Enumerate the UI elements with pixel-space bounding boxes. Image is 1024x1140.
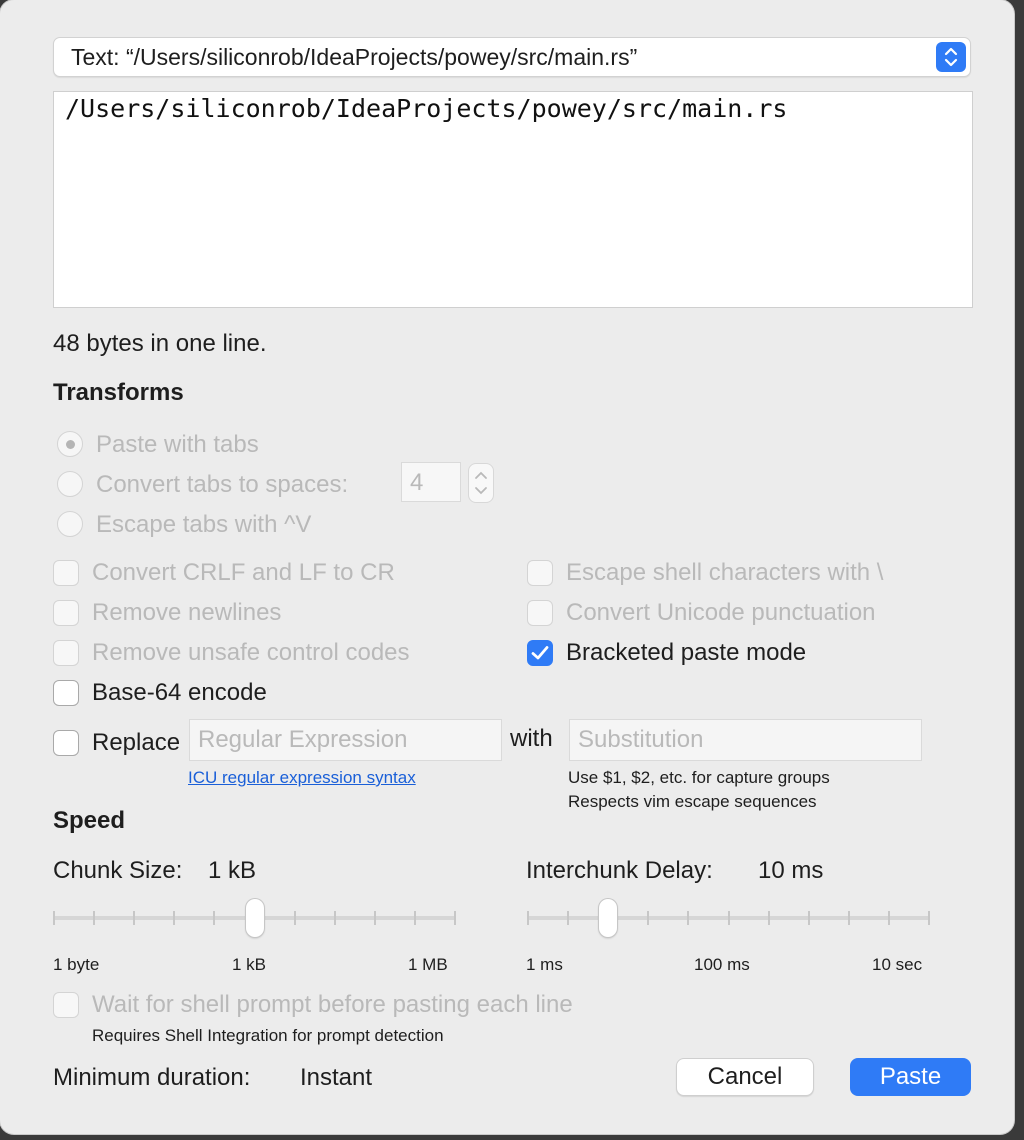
checkbox-escape-shell-characters[interactable] xyxy=(527,560,553,586)
transforms-heading: Transforms xyxy=(53,379,184,406)
chunk-min-label: 1 byte xyxy=(53,955,100,974)
byte-count-status: 48 bytes in one line. xyxy=(53,330,267,357)
slider-tick xyxy=(687,911,689,925)
slider-tick xyxy=(928,911,930,925)
delay-max-label: 10 sec xyxy=(872,955,923,974)
checkbox-convert-crlf-label: Convert CRLF and LF to CR xyxy=(92,559,395,586)
shell-integration-note: Requires Shell Integration for prompt de… xyxy=(92,1026,444,1045)
checkbox-escape-shell-label: Escape shell characters with \ xyxy=(566,559,884,586)
popup-updown-icon xyxy=(936,42,966,72)
slider-tick xyxy=(808,911,810,925)
slider-tick xyxy=(53,911,55,925)
wait-for-shell-prompt-label: Wait for shell prompt before pasting eac… xyxy=(92,991,573,1018)
source-popup-label: Text: “/Users/siliconrob/IdeaProjects/po… xyxy=(71,44,638,70)
slider-tick xyxy=(888,911,890,925)
radio-escape-tabs[interactable] xyxy=(57,511,83,537)
minimum-duration-label: Minimum duration: xyxy=(53,1064,251,1091)
checkbox-bracketed-paste-mode[interactable] xyxy=(527,640,553,666)
slider-tick xyxy=(133,911,135,925)
tab-spaces-input[interactable]: 4 xyxy=(401,462,461,502)
chunk-mid-label: 1 kB xyxy=(232,955,267,974)
slider-tick xyxy=(294,911,296,925)
checkbox-convert-crlf[interactable] xyxy=(53,560,79,586)
slider-tick xyxy=(374,911,376,925)
chunk-size-slider[interactable] xyxy=(53,898,456,942)
paste-button[interactable]: Paste xyxy=(850,1058,971,1096)
checkbox-bracketed-paste-label: Bracketed paste mode xyxy=(566,639,807,666)
slider-tick xyxy=(414,911,416,925)
checkbox-replace[interactable] xyxy=(53,730,79,756)
icu-regex-syntax-link[interactable]: ICU regular expression syntax xyxy=(188,768,416,788)
interchunk-delay-value: 10 ms xyxy=(758,857,824,884)
slider-tick xyxy=(213,911,215,925)
with-label: with xyxy=(510,725,553,752)
tab-spaces-stepper[interactable] xyxy=(468,463,494,503)
speed-heading: Speed xyxy=(53,807,126,834)
regex-input[interactable]: Regular Expression xyxy=(189,719,502,761)
checkbox-remove-unsafe-label: Remove unsafe control codes xyxy=(92,639,410,666)
slider-tick xyxy=(334,911,336,925)
paste-text-area[interactable]: /Users/siliconrob/IdeaProjects/powey/src… xyxy=(53,91,973,308)
interchunk-delay-slider[interactable] xyxy=(527,898,930,942)
radio-convert-tabs-label: Convert tabs to spaces: xyxy=(96,471,349,498)
checkbox-convert-unicode-label: Convert Unicode punctuation xyxy=(566,599,876,626)
cancel-button[interactable]: Cancel xyxy=(676,1058,814,1096)
chunk-size-label: Chunk Size: xyxy=(53,857,183,884)
slider-tick xyxy=(728,911,730,925)
minimum-duration-value[interactable]: Instant xyxy=(300,1064,372,1092)
slider-tick xyxy=(454,911,456,925)
checkbox-base64-label: Base-64 encode xyxy=(92,679,267,706)
slider-tick xyxy=(527,911,529,925)
slider-tick xyxy=(647,911,649,925)
slider-tick xyxy=(848,911,850,925)
chunk-size-value: 1 kB xyxy=(208,857,257,884)
delay-min-label: 1 ms xyxy=(526,955,563,974)
radio-paste-with-tabs-label: Paste with tabs xyxy=(96,431,259,458)
delay-mid-label: 100 ms xyxy=(694,955,750,974)
stepper-arrows-icon xyxy=(475,471,487,495)
checkbox-base64-encode[interactable] xyxy=(53,680,79,706)
radio-escape-tabs-label: Escape tabs with ^V xyxy=(96,511,312,538)
chunk-max-label: 1 MB xyxy=(408,955,448,974)
checkbox-wait-for-shell-prompt[interactable] xyxy=(53,992,79,1018)
slider-thumb[interactable] xyxy=(599,899,617,937)
source-popup-button[interactable]: Text: “/Users/siliconrob/IdeaProjects/po… xyxy=(53,37,971,77)
checkbox-remove-newlines[interactable] xyxy=(53,600,79,626)
radio-convert-tabs-to-spaces[interactable] xyxy=(57,471,83,497)
checkmark-icon xyxy=(531,646,549,660)
slider-tick xyxy=(567,911,569,925)
substitution-input[interactable]: Substitution xyxy=(569,719,922,761)
slider-tick xyxy=(173,911,175,925)
slider-thumb[interactable] xyxy=(246,899,264,937)
vim-escape-hint: Respects vim escape sequences xyxy=(568,792,817,811)
paste-special-dialog: Text: “/Users/siliconrob/IdeaProjects/po… xyxy=(0,0,1014,1134)
slider-tick xyxy=(93,911,95,925)
radio-paste-with-tabs[interactable] xyxy=(57,431,83,457)
capture-groups-hint: Use $1, $2, etc. for capture groups xyxy=(568,768,830,787)
checkbox-remove-newlines-label: Remove newlines xyxy=(92,599,282,626)
paste-text-content: /Users/siliconrob/IdeaProjects/powey/src… xyxy=(65,94,788,123)
checkbox-convert-unicode-punctuation[interactable] xyxy=(527,600,553,626)
slider-tick xyxy=(768,911,770,925)
checkbox-replace-label: Replace xyxy=(92,729,181,756)
checkbox-remove-unsafe-control-codes[interactable] xyxy=(53,640,79,666)
interchunk-delay-label: Interchunk Delay: xyxy=(526,857,713,884)
